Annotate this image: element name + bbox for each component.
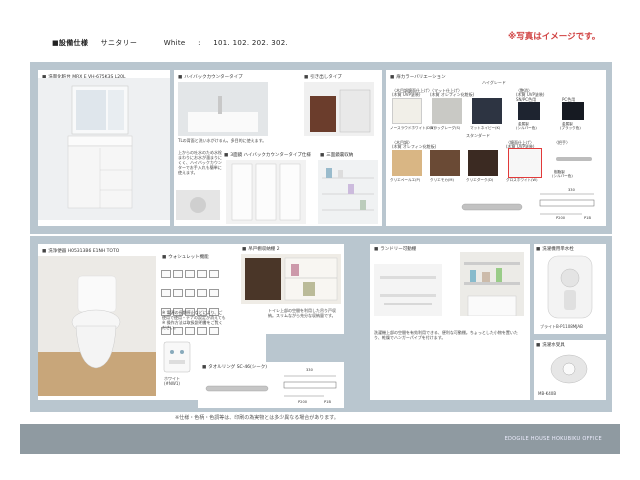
remote-sub: (#NW1) — [164, 381, 180, 386]
washlet-notes: ※ 電源の長期停止などにより、ご使用で使用・テナの設定が消えても※ 操作方法は取… — [162, 310, 226, 330]
washlet-icon — [161, 289, 171, 297]
side-title: 引き出しタイプ — [304, 74, 342, 80]
counter-image — [178, 82, 268, 136]
color-variation-panel: 扉カラーバリエーション ハイグレード 〈木目調鏡面仕上げ〉 (木質 UVP塗装)… — [386, 70, 606, 226]
mirror-title: 3面鏡 ハイバックカウンタータイプ仕様 — [224, 152, 311, 158]
drain-model: MB-K40B — [538, 391, 557, 396]
handle-dimension-diagram — [539, 193, 595, 215]
towel-ring-title: タオルリング SC-46(シーク) — [202, 364, 267, 370]
washlet-icon — [197, 270, 207, 278]
faucet-closeup-image — [176, 190, 220, 220]
mirror-image — [226, 160, 306, 224]
towel-ring-image — [205, 385, 269, 392]
kinzoku-1-sub: (ブラック色) — [560, 126, 581, 130]
upper-storage-panel: 吊戸棚収納棚 2 トイレ上部の空間を利用した吊り戸収納。スリムながら充分な収納量… — [238, 244, 344, 334]
swatch-high-0 — [392, 98, 422, 124]
drain-title: 洗濯水受具 — [536, 342, 565, 348]
laundry-panel: ランドリー可動棚 洗濯機上部の空間を有効利用できる、便利な可動棚。ちょっとした小… — [370, 244, 530, 400]
handle-dim-2: P200 — [556, 216, 566, 220]
washlet-icon — [185, 270, 195, 278]
washlet-icon — [173, 289, 183, 297]
counter-title: ハイバックカウンタータイプ — [178, 74, 242, 80]
standard-label: スタンダード — [466, 133, 490, 138]
towel-ring-dimension-diagram — [283, 375, 337, 397]
counter-desc: TLの背面と洗い水がけるん。多目的に使えます。 — [178, 138, 267, 143]
toilet-title: 洗浄便器 H05313B6 E1NH TOTO — [42, 248, 119, 254]
washlet-icon — [197, 289, 207, 297]
swatch-high-1 — [432, 98, 462, 124]
upper-storage-image — [241, 254, 341, 304]
header-title: ■設備仕様 — [52, 39, 89, 47]
color-variation-title: 扉カラーバリエーション — [390, 74, 445, 80]
swatch-std-0 — [392, 150, 422, 176]
washlet-icon — [161, 270, 171, 278]
header-color: White — [163, 39, 186, 47]
towel-ring-panel: タオルリング SC-46(シーク) 330 P200 P1B — [198, 362, 344, 408]
upper-storage-title: 吊戸棚収納棚 2 — [242, 246, 279, 252]
header-brand: サニタリー — [100, 39, 138, 47]
handle-bar-image — [461, 203, 523, 211]
laundry-desc: 洗濯機上部の空間を有効利用できる、便利な可動棚。ちょっとした小物を置いたり、乾燥… — [374, 330, 518, 340]
vanity-image — [38, 78, 170, 220]
washlet-icon — [173, 270, 183, 278]
washlet-title: ウォシュレット機能 — [162, 254, 208, 260]
toilet-image — [38, 256, 156, 396]
storage-image — [318, 160, 378, 224]
towel-dim-2: P200 — [298, 400, 308, 404]
towel-dim-1: 330 — [306, 368, 313, 372]
swatch-high-2 — [472, 98, 502, 124]
footer-text: EDOGILE HOUSE HOKUBIKU OFFICE — [504, 436, 602, 442]
laundry-title: ランドリー可動棚 — [374, 246, 416, 252]
disclaimer: ※仕様・色柄・色調等は、印刷の為実物とは多少異なる場合があります。 — [175, 415, 339, 421]
swatch-kinzoku-0 — [518, 102, 540, 120]
header-rooms: 101. 102. 202. 302. — [213, 39, 289, 47]
swatch-kinzoku-1 — [562, 102, 584, 120]
swatch-std-3-label: グロスホワイト(W) — [506, 178, 538, 182]
swatch-std-1 — [430, 150, 460, 176]
footer-bar: EDOGILE HOUSE HOKUBIKU OFFICE — [20, 424, 620, 454]
std-group-2: 〈把手〉 — [554, 140, 570, 145]
handle-sub: (シルバー色) — [552, 174, 573, 178]
remote-image — [163, 341, 191, 373]
kinzoku-0-sub: (シルバー色) — [516, 126, 537, 130]
storage-title: 三面鏡裏収納 — [320, 152, 353, 158]
handle-dim-1: 330 — [568, 188, 575, 192]
handle-swatch-image — [556, 157, 592, 161]
swatch-std-3 — [508, 148, 542, 178]
swatch-std-2 — [468, 150, 498, 176]
counter-panel: ハイバックカウンタータイプ 引き出しタイプ TLの背面と洗い水がけるん。多目的に… — [174, 70, 382, 226]
handle-dim-3: P1B — [584, 216, 591, 220]
washlet-icon — [209, 289, 219, 297]
laundry-shelf-image — [374, 264, 442, 316]
swatch-high-2-label: マットネイビー(K) — [470, 126, 501, 130]
swatch-std-1-label: クリエモカ(M) — [430, 178, 454, 182]
washlet-icon — [185, 289, 195, 297]
high-grade-label: ハイグレード — [482, 80, 506, 85]
upper-storage-desc: トイレ上部の空間を利用した吊り戸収納。スリムながら充分な収納量です。 — [268, 308, 336, 318]
swatch-high-1-label: スラッグレーグ(S) — [430, 126, 461, 130]
faucet-title: 洗濯機用単水栓 — [536, 246, 574, 252]
drain-panel: 洗濯水受具 MB-K40B — [534, 340, 606, 400]
towel-dim-3: P1B — [324, 400, 331, 404]
swatch-std-0-label: クリエペールエ(P) — [390, 178, 421, 182]
faucet-model: ブライトB-P1108MJAB — [540, 324, 583, 329]
swatch-std-2-label: クリエダーク(D) — [466, 178, 494, 182]
washlet-icon — [209, 270, 219, 278]
swatch-high-0-label: ノースラウドホワイト(DW) — [390, 126, 435, 130]
drain-image — [550, 354, 588, 384]
drawer-image — [304, 82, 374, 136]
counter-desc2: 上からの吐水のため水栓まわりにお水が溜まりにくく、ハイバックカウンターでお手入れ… — [178, 150, 222, 175]
image-note: ※写真はイメージです。 — [508, 32, 601, 42]
header: ■設備仕様 サニタリー White : 101. 102. 202. 302. — [52, 38, 298, 48]
vanity-panel: 洗面化粧台 MRX E VH-675K3S L20L — [38, 70, 170, 226]
faucet-image — [547, 255, 593, 319]
faucet-panel: 洗濯機用単水栓 ブライトB-P1108MJAB — [534, 244, 606, 334]
laundry-room-image — [460, 252, 524, 316]
header-colon: : — [198, 39, 201, 47]
